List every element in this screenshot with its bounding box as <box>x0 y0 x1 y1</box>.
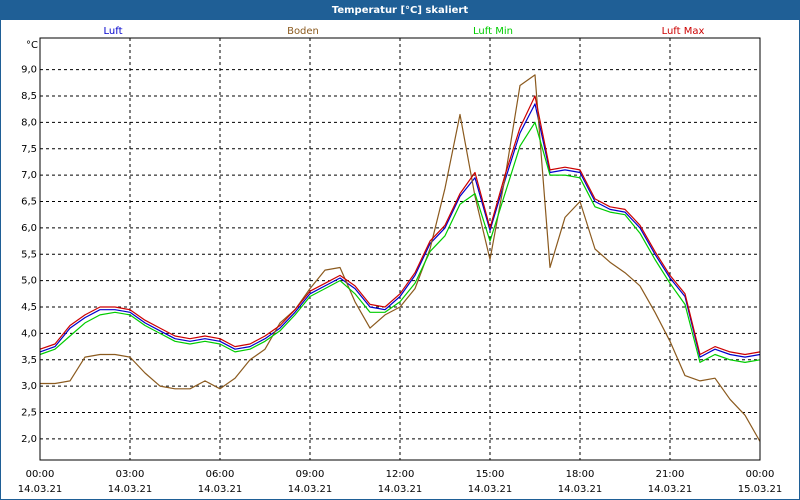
x-tick-time: 00:00 <box>746 469 775 480</box>
x-tick-date: 14.03.21 <box>558 484 603 495</box>
x-tick-date: 14.03.21 <box>378 484 423 495</box>
x-tick-date: 14.03.21 <box>468 484 513 495</box>
y-axis-ticks: 2,0 2,5 3,0 3,5 4,0 4,5 5,0 5,5 6,0 6,5 7,0 7,5 8,0 8… <box>21 65 37 445</box>
x-tick-date: 14.03.21 <box>198 484 243 495</box>
x-tick-date: 14.03.21 <box>108 484 153 495</box>
y-tick-label: 5,0 <box>21 276 37 287</box>
x-tick-time: 18:00 <box>566 469 595 480</box>
x-tick-time: 21:00 <box>656 469 685 480</box>
y-unit-label: °C <box>26 40 38 51</box>
y-tick-label: 3,0 <box>21 381 37 392</box>
x-tick-time: 15:00 <box>476 469 505 480</box>
y-tick-label: 5,5 <box>21 249 37 260</box>
y-tick-label: 2,0 <box>21 434 37 445</box>
y-tick-label: 2,5 <box>21 408 37 419</box>
x-tick-date: 14.03.21 <box>648 484 693 495</box>
legend: Luft Boden Luft Min Luft Max <box>104 26 705 37</box>
x-tick-time: 06:00 <box>206 469 235 480</box>
x-tick-date: 14.03.21 <box>288 484 333 495</box>
y-tick-label: 6,5 <box>21 197 37 208</box>
y-tick-label: 8,0 <box>21 117 37 128</box>
x-tick-time: 12:00 <box>386 469 415 480</box>
y-tick-label: 4,5 <box>21 302 37 313</box>
legend-entry: Boden <box>287 26 319 37</box>
y-tick-label: 7,0 <box>21 170 37 181</box>
x-tick-time: 09:00 <box>296 469 325 480</box>
y-tick-label: 4,0 <box>21 328 37 339</box>
legend-entry: Luft Max <box>662 26 705 37</box>
y-tick-label: 9,0 <box>21 65 37 76</box>
legend-entry: Luft <box>104 26 123 37</box>
y-tick-label: 8,5 <box>21 91 37 102</box>
x-tick-time: 00:00 <box>26 469 55 480</box>
temperature-chart: °C Luft Boden Luft Min Luft Max 2,0 2,5 3,0 3,… <box>18 26 783 495</box>
x-tick-date: 14.03.21 <box>18 484 63 495</box>
y-tick-label: 7,5 <box>21 144 37 155</box>
y-tick-label: 3,5 <box>21 355 37 366</box>
x-tick-time: 03:00 <box>116 469 145 480</box>
x-tick-date: 15.03.21 <box>738 484 783 495</box>
y-tick-label: 6,0 <box>21 223 37 234</box>
legend-entry: Luft Min <box>473 26 513 37</box>
x-axis-ticks: 00:00 14.03.21 03:00 14.03.21 06:00 14.03.21 0… <box>18 469 783 495</box>
